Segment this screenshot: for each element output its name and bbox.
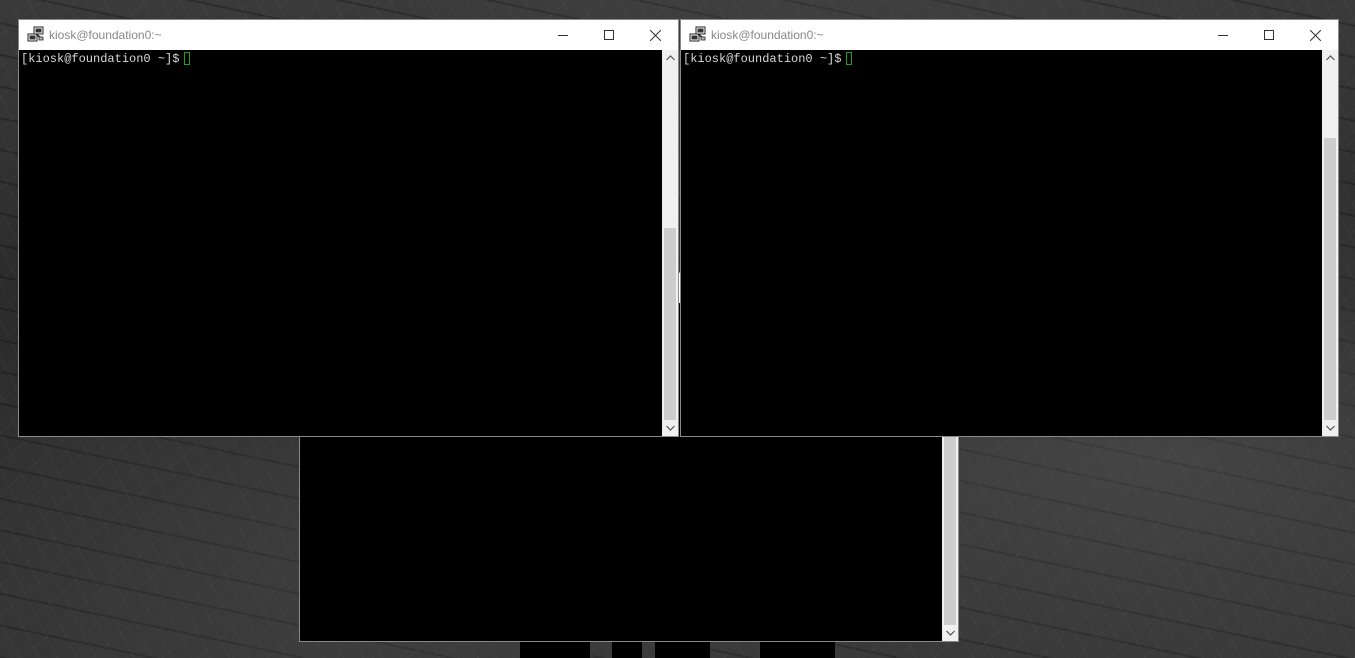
- terminal-prompt: [kiosk@foundation0 ~]$: [683, 52, 853, 66]
- window-titlebar[interactable]: kiosk@foundation0:~: [681, 20, 1338, 50]
- chevron-down-icon: [665, 425, 675, 431]
- window-titlebar[interactable]: kiosk@foundation0:~: [19, 20, 678, 50]
- scrollbar-thumb[interactable]: [664, 228, 676, 420]
- close-icon: [649, 29, 661, 41]
- minimize-icon: [1218, 35, 1228, 36]
- terminal-window-top-right[interactable]: kiosk@foundation0:~ [kiosk@foundation0 ~…: [680, 19, 1339, 437]
- maximize-icon: [1264, 30, 1274, 40]
- chevron-down-icon: [1325, 425, 1335, 431]
- maximize-icon: [604, 30, 614, 40]
- close-button[interactable]: [632, 20, 678, 50]
- chevron-down-icon: [945, 630, 955, 636]
- terminal-cursor: [184, 52, 191, 65]
- scrollbar-thumb[interactable]: [1324, 138, 1336, 420]
- scrollbar-thumb[interactable]: [944, 411, 956, 625]
- scroll-down-button[interactable]: [1322, 420, 1338, 436]
- minimize-button[interactable]: [1200, 20, 1246, 50]
- scroll-up-button[interactable]: [662, 50, 678, 66]
- vertical-scrollbar[interactable]: [662, 50, 678, 436]
- window-title: kiosk@foundation0:~: [711, 28, 824, 42]
- putty-icon: [27, 26, 44, 42]
- scroll-down-button[interactable]: [942, 625, 958, 641]
- scroll-up-button[interactable]: [1322, 50, 1338, 66]
- close-button[interactable]: [1292, 20, 1338, 50]
- vertical-scrollbar[interactable]: [1322, 50, 1338, 436]
- terminal-window-top-left[interactable]: kiosk@foundation0:~ [kiosk@foundation0 ~…: [18, 19, 679, 437]
- scroll-down-button[interactable]: [662, 420, 678, 436]
- chevron-up-icon: [665, 55, 675, 61]
- putty-icon: [689, 26, 706, 42]
- terminal-content[interactable]: [kiosk@foundation0 ~]$: [681, 50, 1322, 436]
- minimize-icon: [558, 35, 568, 36]
- window-title: kiosk@foundation0:~: [49, 28, 162, 42]
- minimize-button[interactable]: [540, 20, 586, 50]
- maximize-button[interactable]: [1246, 20, 1292, 50]
- terminal-cursor: [846, 52, 853, 65]
- chevron-up-icon: [1325, 55, 1335, 61]
- prompt-text: [kiosk@foundation0 ~]$: [683, 52, 842, 66]
- prompt-text: [kiosk@foundation0 ~]$: [21, 52, 180, 66]
- maximize-button[interactable]: [586, 20, 632, 50]
- terminal-prompt: [kiosk@foundation0 ~]$: [21, 52, 191, 66]
- terminal-content[interactable]: [kiosk@foundation0 ~]$: [19, 50, 662, 436]
- close-icon: [1309, 29, 1321, 41]
